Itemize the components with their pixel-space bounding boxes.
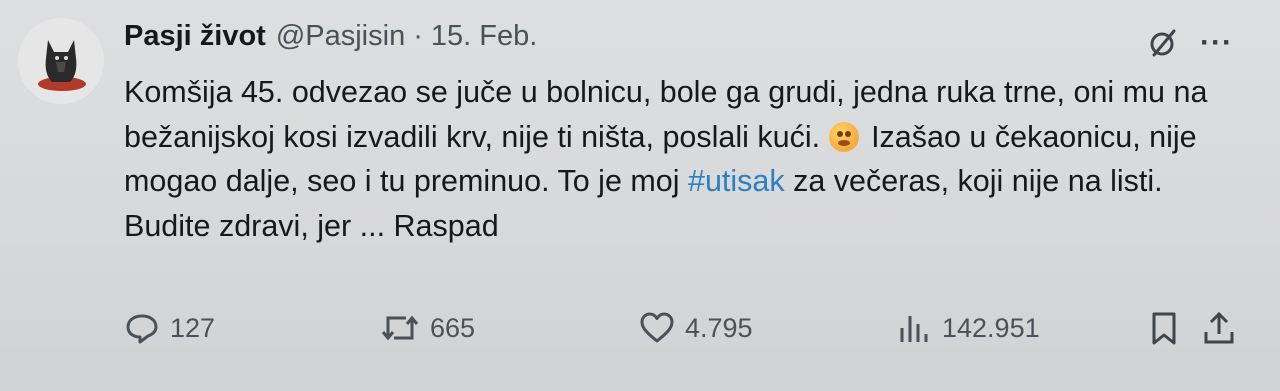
retweet-count: 665 [430, 312, 476, 343]
tweet-top-actions: ··· [1148, 28, 1233, 58]
views-bar-chart-icon [900, 316, 928, 342]
avatar[interactable] [18, 18, 104, 104]
bookmark-button[interactable] [1147, 310, 1181, 346]
reply-icon [126, 314, 158, 344]
like-button[interactable]: 4.795 [639, 310, 753, 346]
dog-avatar-image [18, 18, 104, 104]
tweet-date[interactable]: 15. Feb. [431, 20, 537, 53]
retweet-icon [381, 315, 419, 341]
tweet-closing-line: Budite zdravi, jer ... Raspad [124, 208, 499, 243]
author-handle[interactable]: @Pasjisin [276, 20, 405, 53]
tweet-card[interactable]: Pasji život @Pasjisin · 15. Feb. ··· Kom… [0, 0, 1280, 391]
tweet-header: Pasji život @Pasjisin · 15. Feb. [124, 20, 537, 60]
hashtag-link[interactable]: #utisak [688, 164, 785, 198]
share-icon [1204, 311, 1234, 344]
more-options-icon[interactable]: ··· [1200, 28, 1233, 58]
reply-count: 127 [170, 312, 216, 343]
slashed-circle-icon[interactable] [1148, 28, 1178, 58]
tweet-paragraph: Komšija 45. odvezao se juče u bolnicu, b… [124, 70, 1224, 204]
retweet-button[interactable]: 665 [380, 310, 475, 346]
tweet-actions-bar: 127 665 4.795 142.951 [124, 310, 1244, 354]
bookmark-icon [1152, 312, 1176, 345]
tweet-text: Komšija 45. odvezao se juče u bolnicu, b… [124, 70, 1224, 248]
reply-button[interactable]: 127 [124, 310, 215, 346]
views-button[interactable]: 142.951 [896, 310, 1040, 346]
heart-icon [640, 312, 674, 343]
views-count: 142.951 [942, 312, 1040, 343]
separator-dot: · [413, 20, 423, 52]
like-count: 4.795 [685, 312, 753, 343]
share-button[interactable] [1202, 310, 1236, 346]
flushed-face-emoji-icon [828, 121, 859, 152]
tweet-text-part3: za večeras, koji nije na listi. [784, 164, 1163, 198]
author-name[interactable]: Pasji život [124, 20, 266, 53]
